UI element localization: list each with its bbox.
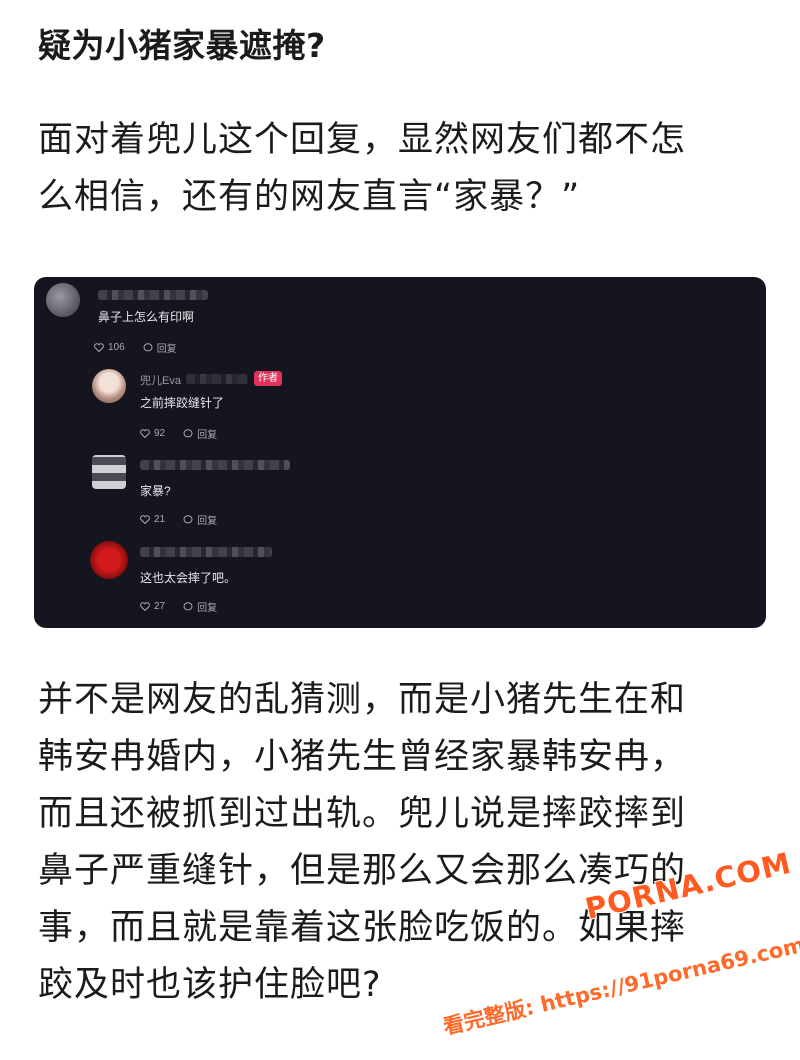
- article-heading: 疑为小猪家暴遮掩?: [38, 26, 326, 65]
- like-count: 106: [108, 342, 125, 353]
- reply-icon[interactable]: [183, 515, 193, 524]
- heart-icon[interactable]: [140, 429, 150, 438]
- paragraph-line: 韩安冉婚内，小猪先生曾经家暴韩安冉，: [38, 737, 687, 777]
- avatar-blurred: [92, 455, 126, 489]
- avatar-blurred: [90, 541, 128, 579]
- comment-text: 家暴?: [140, 484, 171, 498]
- comment-actions: 27 回复: [140, 599, 217, 614]
- comment-actions: 106 回复: [94, 340, 177, 355]
- username-blurred: [140, 460, 290, 470]
- comment-text: 鼻子上怎么有印啊: [98, 310, 195, 324]
- reply-button[interactable]: 回复: [197, 512, 217, 527]
- avatar: [92, 369, 126, 403]
- reply-icon[interactable]: [143, 343, 153, 352]
- like-count: 27: [154, 601, 166, 612]
- heart-icon[interactable]: [140, 602, 150, 611]
- comment-screenshot: 鼻子上怎么有印啊 106 回复 兜儿Eva 作者 之前摔跤缝针了 92 回复 家…: [34, 277, 766, 628]
- paragraph-line: 并不是网友的乱猜测，而是小猪先生在和: [38, 680, 687, 720]
- like-count: 92: [154, 428, 166, 439]
- username-blurred: [98, 290, 208, 300]
- comment-text: 这也太会摔了吧。: [140, 571, 237, 585]
- reply-icon[interactable]: [183, 429, 193, 438]
- comment-actions: 21 回复: [140, 512, 217, 527]
- author-name: 兜儿Eva: [140, 375, 181, 387]
- reply-button[interactable]: 回复: [157, 340, 177, 355]
- reply-button[interactable]: 回复: [197, 426, 217, 441]
- username-blurred: [140, 547, 272, 557]
- heart-icon[interactable]: [94, 343, 104, 352]
- heart-icon[interactable]: [140, 515, 150, 524]
- paragraph-line: 面对着兜儿这个回复，显然网友们都不怎: [38, 120, 687, 160]
- paragraph-line: 而且还被抓到过出轨。兜儿说是摔跤摔到: [38, 794, 687, 834]
- paragraph-line: 么相信，还有的网友直言“家暴？”: [38, 177, 581, 217]
- username-blurred: [186, 374, 248, 384]
- reply-button[interactable]: 回复: [197, 599, 217, 614]
- comment-text: 之前摔跤缝针了: [140, 396, 225, 410]
- paragraph-intro: 面对着兜儿这个回复，显然网友们都不怎 么相信，还有的网友直言“家暴？”: [38, 112, 773, 226]
- avatar-blurred: [46, 283, 80, 317]
- reply-icon[interactable]: [183, 602, 193, 611]
- like-count: 21: [154, 514, 166, 525]
- author-badge: 作者: [254, 371, 282, 386]
- comment-actions: 92 回复: [140, 426, 217, 441]
